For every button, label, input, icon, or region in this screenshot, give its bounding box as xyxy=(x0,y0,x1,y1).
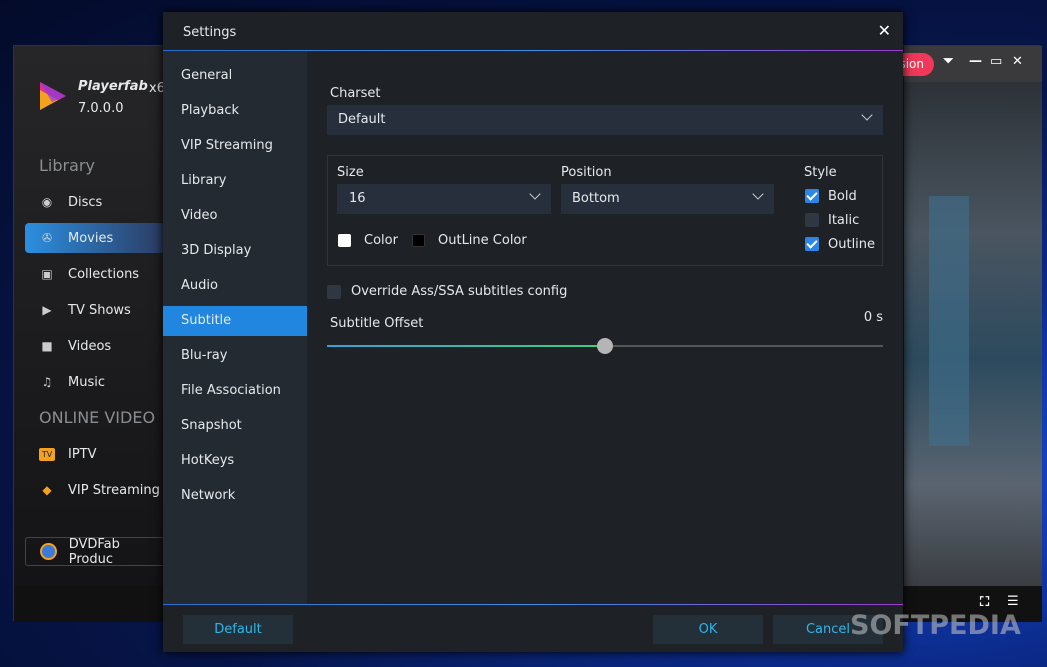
sidebar-item-iptv[interactable]: TV IPTV xyxy=(25,439,166,469)
slider-thumb[interactable] xyxy=(597,338,613,354)
collections-icon: ▣ xyxy=(41,267,53,281)
dvdfab-icon xyxy=(40,543,57,560)
video-background xyxy=(904,82,1042,586)
settings-nav-item-library[interactable]: Library xyxy=(163,166,307,196)
outline-color-label: OutLine Color xyxy=(438,233,527,248)
settings-nav-item-network[interactable]: Network xyxy=(163,481,307,511)
sidebar-item-collections[interactable]: ▣ Collections xyxy=(25,259,166,289)
close-icon[interactable]: ✕ xyxy=(1012,54,1023,69)
override-label: Override Ass/SSA subtitles config xyxy=(351,284,568,299)
settings-nav-item-general[interactable]: General xyxy=(163,61,307,91)
sidebar-item-movies[interactable]: ✇ Movies xyxy=(25,223,166,253)
iptv-icon: TV xyxy=(39,447,55,461)
position-label: Position xyxy=(561,165,612,180)
charset-label: Charset xyxy=(330,86,381,101)
outline-label: Outline xyxy=(828,237,876,252)
film-reel-icon: ✇ xyxy=(41,231,53,245)
playerfab-logo xyxy=(40,82,66,110)
disc-icon: ◉ xyxy=(41,195,53,209)
app-version: 7.0.0.0 xyxy=(78,101,124,116)
fullscreen-icon[interactable]: ⛶ xyxy=(980,595,989,610)
chevron-down-icon xyxy=(861,109,873,121)
color-label: Color xyxy=(364,233,398,248)
settings-nav-item-video[interactable]: Video xyxy=(163,201,307,231)
playlist-icon[interactable]: ☰ xyxy=(1007,594,1019,609)
dvdfab-products-button[interactable]: DVDFab Produc xyxy=(25,537,166,567)
dialog-title: Settings xyxy=(183,25,237,40)
charset-select[interactable]: Default xyxy=(327,105,883,135)
settings-nav-item-3d-display[interactable]: 3D Display xyxy=(163,236,307,266)
color-swatch[interactable] xyxy=(338,234,351,247)
outline-checkbox[interactable] xyxy=(805,237,819,251)
section-library: Library xyxy=(39,156,95,175)
minimize-icon[interactable]: — xyxy=(969,54,982,69)
settings-nav-item-file-association[interactable]: File Association xyxy=(163,376,307,406)
italic-label: Italic xyxy=(828,213,860,228)
video-camera-icon: ■ xyxy=(41,339,53,353)
tv-icon: ▶ xyxy=(42,303,52,317)
settings-nav-item-vip-streaming[interactable]: VIP Streaming xyxy=(163,131,307,161)
close-icon[interactable]: ✕ xyxy=(878,21,891,40)
sidebar-item-videos[interactable]: ■ Videos xyxy=(25,331,166,361)
sidebar-item-discs[interactable]: ◉ Discs xyxy=(25,187,166,217)
settings-nav-item-hotkeys[interactable]: HotKeys xyxy=(163,446,307,476)
sidebar-item-music[interactable]: ♫ Music xyxy=(25,367,166,397)
position-select[interactable]: Bottom xyxy=(561,184,774,214)
softpedia-watermark: SOFTPEDIA xyxy=(850,610,1021,641)
bold-label: Bold xyxy=(828,189,857,204)
bold-checkbox[interactable] xyxy=(805,189,819,203)
sidebar-item-tv-shows[interactable]: ▶ TV Shows xyxy=(25,295,166,325)
diamond-icon: ◆ xyxy=(42,483,52,497)
settings-nav-item-snapshot[interactable]: Snapshot xyxy=(163,411,307,441)
chevron-down-icon xyxy=(529,188,541,200)
settings-nav-item-subtitle[interactable]: Subtitle xyxy=(163,306,307,336)
maximize-icon[interactable]: ▭ xyxy=(990,54,1002,69)
settings-nav: General Playback VIP Streaming Library Video… xyxy=(163,51,307,604)
size-label: Size xyxy=(337,165,364,180)
default-button[interactable]: Default xyxy=(183,615,293,644)
section-online-video: ONLINE VIDEO xyxy=(39,408,156,427)
ok-button[interactable]: OK xyxy=(653,615,763,644)
settings-nav-item-blu-ray[interactable]: Blu-ray xyxy=(163,341,307,371)
subtitle-offset-label: Subtitle Offset xyxy=(330,316,424,331)
settings-nav-item-audio[interactable]: Audio xyxy=(163,271,307,301)
italic-checkbox[interactable] xyxy=(805,213,819,227)
divider xyxy=(163,604,903,605)
chevron-down-icon xyxy=(752,188,764,200)
sidebar-item-vip-streaming[interactable]: ◆ VIP Streaming xyxy=(25,475,166,505)
settings-dialog: Settings ✕ General Playback VIP Streaming L… xyxy=(163,12,903,652)
settings-nav-item-playback[interactable]: Playback xyxy=(163,96,307,126)
menu-icon[interactable]: ⏷ xyxy=(943,54,953,69)
size-select[interactable]: 16 xyxy=(337,184,551,214)
music-note-icon: ♫ xyxy=(41,375,53,389)
override-checkbox[interactable] xyxy=(327,285,341,299)
brand-name: Playerfab xyxy=(78,79,148,94)
subtitle-offset-slider[interactable] xyxy=(327,338,883,354)
style-label: Style xyxy=(804,165,837,180)
subtitle-offset-value: 0 s xyxy=(863,310,883,325)
outline-color-swatch[interactable] xyxy=(412,234,425,247)
app-sidebar: Playerfab x6 7.0.0.0 Library ◉ Discs ✇ Mov… xyxy=(14,46,166,586)
slider-fill xyxy=(327,345,605,347)
